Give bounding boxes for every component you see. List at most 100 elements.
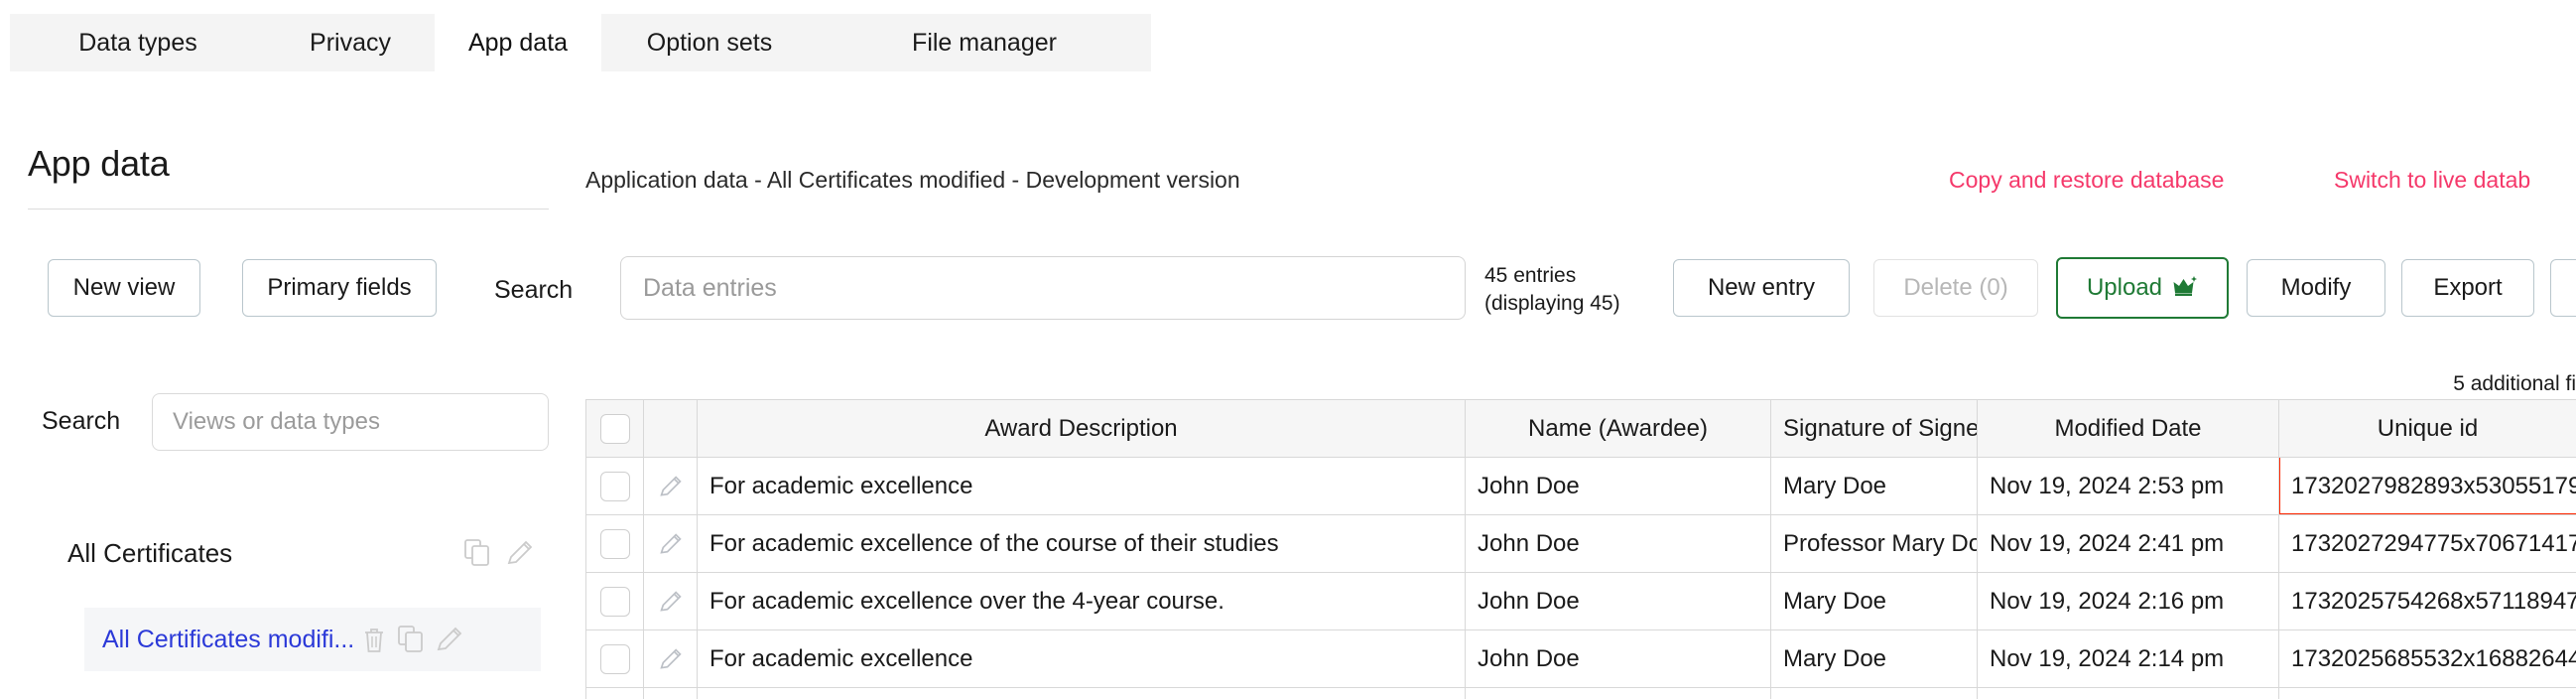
cell-unique-id[interactable]: 1732027294775x706714178766766100 [2279, 515, 2576, 573]
column-header-modified-date[interactable]: Modified Date [1978, 400, 2279, 458]
tab-label: Option sets [647, 29, 772, 58]
search-input[interactable] [643, 274, 1465, 303]
tab-file-manager[interactable]: File manager [818, 14, 1151, 71]
cell-unique-id[interactable]: 1732027982893x530551792874291200 [2279, 458, 2576, 515]
table-row[interactable]: For academic excellenceJohn DoeProf Murp… [586, 688, 2576, 699]
pencil-icon[interactable] [436, 626, 463, 653]
table-row[interactable]: For academic excellenceJohn DoeMary DoeN… [586, 630, 2576, 688]
cell-modified-date[interactable]: Nov 19, 2024 2:41 pm [1978, 515, 2279, 573]
column-header-unique-id[interactable]: Unique id [2279, 400, 2576, 458]
tab-label: File manager [912, 29, 1057, 58]
cell-modified-date[interactable]: Nov 19, 2024 2:16 pm [1978, 573, 2279, 630]
cell-unique-id[interactable]: 1732025083651x238046013700702200 [2279, 688, 2576, 699]
sidebar-group-actions [464, 539, 534, 567]
tab-label: Data types [78, 29, 197, 58]
row-select-cell[interactable] [586, 630, 644, 688]
modify-button[interactable]: Modify [2247, 259, 2385, 317]
entries-displaying: (displaying 45) [1484, 290, 1620, 318]
search-label: Search [494, 276, 573, 305]
cell-modified-date[interactable]: Nov 19, 2024 2:04 pm [1978, 688, 2279, 699]
row-select-cell[interactable] [586, 688, 644, 699]
row-edit-cell[interactable] [644, 515, 698, 573]
row-edit-cell[interactable] [644, 688, 698, 699]
copy-and-restore-database-link[interactable]: Copy and restore database [1949, 167, 2224, 194]
row-checkbox[interactable] [600, 587, 630, 617]
cell-award-description[interactable]: For academic excellence of the course of… [698, 515, 1466, 573]
data-entries-search-box[interactable] [620, 256, 1466, 320]
table-row[interactable]: For academic excellence over the 4-year … [586, 573, 2576, 630]
cell-name-awardee[interactable]: John Doe [1466, 515, 1771, 573]
row-edit-cell[interactable] [644, 573, 698, 630]
pencil-icon[interactable] [506, 539, 534, 567]
cell-award-description[interactable]: For academic excellence [698, 458, 1466, 515]
views-or-data-types-input[interactable] [173, 408, 548, 436]
row-edit-cell[interactable] [644, 630, 698, 688]
row-checkbox[interactable] [600, 472, 630, 501]
switch-to-live-database-link[interactable]: Switch to live datab [2334, 167, 2530, 194]
additional-fields-label: 5 additional fi [2453, 372, 2576, 396]
data-table: Award Description Name (Awardee) Signatu… [585, 399, 2576, 699]
cell-signature-of-signer[interactable]: Prof Murphy [1771, 688, 1978, 699]
tab-option-sets[interactable]: Option sets [601, 14, 818, 71]
cell-modified-date[interactable]: Nov 19, 2024 2:14 pm [1978, 630, 2279, 688]
pencil-icon[interactable] [659, 590, 683, 614]
sidebar-item-label: All Certificates modifi... [102, 626, 354, 654]
row-select-cell[interactable] [586, 573, 644, 630]
entries-count: 45 entries (displaying 45) [1484, 262, 1620, 318]
cell-signature-of-signer[interactable]: Mary Doe [1771, 630, 1978, 688]
cell-signature-of-signer[interactable]: Professor Mary Doe [1771, 515, 1978, 573]
new-entry-button[interactable]: New entry [1673, 259, 1850, 317]
highlight-box [2279, 458, 2576, 515]
breadcrumb: Application data - All Certificates modi… [585, 167, 1240, 194]
pencil-icon[interactable] [659, 475, 683, 498]
cell-name-awardee[interactable]: John Doe [1466, 458, 1771, 515]
cell-award-description[interactable]: For academic excellence over the 4-year … [698, 573, 1466, 630]
cell-award-description[interactable]: For academic excellence [698, 688, 1466, 699]
copy-icon[interactable] [464, 539, 490, 567]
export-button[interactable]: Export [2401, 259, 2534, 317]
primary-fields-button[interactable]: Primary fields [242, 259, 437, 317]
sidebar-group-label: All Certificates [67, 538, 232, 569]
sidebar-group-all-certificates[interactable]: All Certificates [67, 528, 534, 578]
crown-sparkle-icon [2172, 275, 2198, 301]
page-title: App data [28, 143, 170, 185]
upload-button[interactable]: Upload [2056, 257, 2229, 319]
column-header-name-awardee[interactable]: Name (Awardee) [1466, 400, 1771, 458]
trash-icon[interactable] [362, 627, 386, 653]
tab-data-types[interactable]: Data types [10, 14, 266, 71]
cell-name-awardee[interactable]: John Doe [1466, 688, 1771, 699]
sidebar-search-box[interactable] [152, 393, 549, 451]
cell-award-description[interactable]: For academic excellence [698, 630, 1466, 688]
edit-column-header [644, 400, 698, 458]
entries-total: 45 entries [1484, 262, 1620, 290]
sidebar-item-all-certificates-modified[interactable]: All Certificates modifi... [84, 608, 541, 671]
table-row[interactable]: For academic excellenceJohn DoeMary DoeN… [586, 458, 2576, 515]
cell-signature-of-signer[interactable]: Mary Doe [1771, 573, 1978, 630]
cell-signature-of-signer[interactable]: Mary Doe [1771, 458, 1978, 515]
cell-unique-id[interactable]: 1732025754268x571189476220731400 [2279, 573, 2576, 630]
column-header-award-description[interactable]: Award Description [698, 400, 1466, 458]
tab-app-data[interactable]: App data [435, 14, 601, 71]
pencil-icon[interactable] [659, 647, 683, 671]
upload-button-label: Upload [2087, 274, 2162, 302]
select-all-checkbox[interactable] [600, 414, 630, 444]
cell-unique-id[interactable]: 1732025685532x168826441942433800 [2279, 630, 2576, 688]
tab-privacy[interactable]: Privacy [266, 14, 435, 71]
select-all-header[interactable] [586, 400, 644, 458]
row-checkbox[interactable] [600, 529, 630, 559]
cell-modified-date[interactable]: Nov 19, 2024 2:53 pm [1978, 458, 2279, 515]
new-view-button[interactable]: New view [48, 259, 200, 317]
cell-name-awardee[interactable]: John Doe [1466, 630, 1771, 688]
row-edit-cell[interactable] [644, 458, 698, 515]
column-header-signature-of-signer[interactable]: Signature of Signer [1771, 400, 1978, 458]
copy-icon[interactable] [398, 626, 424, 653]
tab-label: Privacy [310, 29, 391, 58]
row-select-cell[interactable] [586, 458, 644, 515]
table-row[interactable]: For academic excellence of the course of… [586, 515, 2576, 573]
row-checkbox[interactable] [600, 644, 630, 674]
pencil-icon[interactable] [659, 532, 683, 556]
cell-name-awardee[interactable]: John Doe [1466, 573, 1771, 630]
bulk-button[interactable]: Bu [2550, 259, 2576, 317]
row-select-cell[interactable] [586, 515, 644, 573]
sidebar-item-actions [362, 626, 463, 653]
